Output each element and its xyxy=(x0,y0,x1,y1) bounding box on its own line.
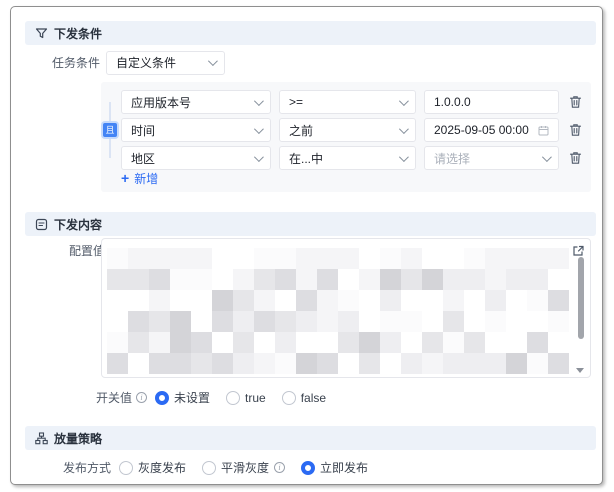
trash-icon xyxy=(569,151,582,165)
condition-operator-value: >= xyxy=(289,95,303,109)
condition-row: 地区 在...中 请选择 xyxy=(121,146,583,170)
plus-icon xyxy=(121,171,129,186)
condition-operator-value: 在...中 xyxy=(289,150,323,167)
task-condition-label: 任务条件 xyxy=(52,54,100,71)
condition-field-select[interactable]: 应用版本号 xyxy=(121,90,271,114)
condition-row: 时间 之前 2025-09-05 00:00 xyxy=(121,118,583,142)
task-condition-select[interactable]: 自定义条件 xyxy=(106,51,225,75)
calendar-icon xyxy=(538,125,549,136)
condition-date-input[interactable]: 2025-09-05 00:00 xyxy=(424,118,559,142)
radio-option-unset[interactable]: 未设置 xyxy=(155,389,210,406)
rollout-icon xyxy=(35,432,48,445)
radio-icon xyxy=(119,461,133,475)
radio-option-immediate-release[interactable]: 立即发布 xyxy=(301,459,368,476)
radio-label: 未设置 xyxy=(174,389,210,406)
chevron-down-icon xyxy=(254,124,264,134)
delete-condition-button[interactable] xyxy=(567,118,583,142)
condition-field-value: 时间 xyxy=(131,122,155,139)
condition-field-value: 应用版本号 xyxy=(131,94,191,111)
expand-editor-button[interactable] xyxy=(571,244,585,258)
switch-value-label: 开关值 xyxy=(96,389,132,406)
config-panel: 下发条件 任务条件 自定义条件 且 应用版本号 >= 1.0.0. xyxy=(10,6,603,485)
condition-operator-select[interactable]: 在...中 xyxy=(279,146,416,170)
radio-selected-icon xyxy=(301,461,315,475)
content-icon xyxy=(35,218,48,231)
trash-icon xyxy=(569,123,582,137)
radio-icon xyxy=(202,461,216,475)
expand-icon xyxy=(571,244,585,258)
task-condition-row: 任务条件 自定义条件 xyxy=(52,50,225,75)
info-icon xyxy=(136,392,147,403)
section-title: 下发条件 xyxy=(54,25,102,42)
radio-option-true[interactable]: true xyxy=(226,391,266,405)
chevron-down-icon xyxy=(254,96,264,106)
radio-option-false[interactable]: false xyxy=(282,391,326,405)
add-condition-button[interactable]: 新增 xyxy=(121,170,158,187)
condition-rows: 应用版本号 >= 1.0.0.0 时间 xyxy=(121,90,583,174)
section-title: 下发内容 xyxy=(54,216,102,233)
info-icon xyxy=(274,462,285,473)
trash-icon xyxy=(569,95,582,109)
radio-label: 立即发布 xyxy=(320,459,368,476)
condition-field-select[interactable]: 地区 xyxy=(121,146,271,170)
condition-field-value: 地区 xyxy=(131,150,155,167)
add-condition-label: 新增 xyxy=(134,170,158,187)
condition-group-panel: 且 应用版本号 >= 1.0.0.0 xyxy=(101,82,591,192)
publish-method-row: 发布方式 灰度发布 平滑灰度 立即发布 xyxy=(63,459,368,476)
radio-label: 灰度发布 xyxy=(138,459,186,476)
radio-icon xyxy=(226,391,240,405)
radio-label: false xyxy=(301,391,326,405)
condition-value-input[interactable]: 1.0.0.0 xyxy=(424,90,559,114)
chevron-down-icon xyxy=(399,124,409,134)
editor-scrollbar-thumb[interactable] xyxy=(578,257,584,339)
condition-row: 应用版本号 >= 1.0.0.0 xyxy=(121,90,583,114)
publish-method-radio-group: 灰度发布 平滑灰度 立即发布 xyxy=(119,459,368,476)
condition-operator-select[interactable]: >= xyxy=(279,90,416,114)
chevron-down-icon xyxy=(254,152,264,162)
section-header-content: 下发内容 xyxy=(25,212,596,236)
config-value-editor[interactable] xyxy=(101,238,591,378)
switch-value-radio-group: 未设置 true false xyxy=(155,389,326,406)
section-title: 放量策略 xyxy=(54,430,102,447)
condition-operator-select[interactable]: 之前 xyxy=(279,118,416,142)
chevron-down-icon xyxy=(399,152,409,162)
section-header-strategy: 放量策略 xyxy=(25,426,596,450)
delete-condition-button[interactable] xyxy=(567,90,583,114)
filter-icon xyxy=(35,27,48,40)
radio-option-smooth-gray[interactable]: 平滑灰度 xyxy=(202,459,285,476)
condition-value: 1.0.0.0 xyxy=(434,95,471,109)
condition-value-placeholder: 请选择 xyxy=(434,150,470,167)
section-header-conditions: 下发条件 xyxy=(25,21,596,45)
condition-value: 2025-09-05 00:00 xyxy=(434,123,529,137)
chevron-down-icon xyxy=(542,152,552,162)
and-connector-badge[interactable]: 且 xyxy=(103,123,117,137)
condition-operator-value: 之前 xyxy=(289,122,313,139)
task-condition-value: 自定义条件 xyxy=(116,54,176,71)
switch-value-row: 开关值 未设置 true false xyxy=(96,389,326,406)
condition-value-select[interactable]: 请选择 xyxy=(424,146,559,170)
radio-label: true xyxy=(245,391,266,405)
radio-label: 平滑灰度 xyxy=(221,459,269,476)
radio-icon xyxy=(282,391,296,405)
publish-method-label: 发布方式 xyxy=(63,459,111,476)
radio-option-gray-release[interactable]: 灰度发布 xyxy=(119,459,186,476)
delete-condition-button[interactable] xyxy=(567,146,583,170)
chevron-down-icon xyxy=(399,96,409,106)
radio-selected-icon xyxy=(155,391,169,405)
editor-scrollbar-down-arrow[interactable] xyxy=(576,368,584,373)
condition-field-select[interactable]: 时间 xyxy=(121,118,271,142)
config-value-label: 配置值 xyxy=(69,242,105,259)
chevron-down-icon xyxy=(208,56,218,66)
redacted-config-mosaic xyxy=(107,248,569,374)
